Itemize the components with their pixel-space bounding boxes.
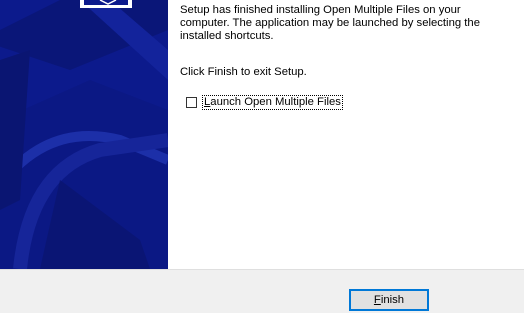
wizard-footer: Finish [0,269,524,313]
wizard-content: Setup has finished installing Open Multi… [180,0,510,269]
finished-message: Setup has finished installing Open Multi… [180,4,480,42]
installer-banner-graphic [0,0,168,269]
launch-checkbox-label[interactable]: Launch Open Multiple Files [202,94,343,110]
finish-button-label: Finish [373,294,405,306]
setup-wizard-window: Setup has finished installing Open Multi… [0,0,524,313]
exit-instruction: Click Finish to exit Setup. [180,66,307,78]
launch-checkbox[interactable] [186,96,197,108]
wizard-sidebar-image [0,0,168,269]
launch-checkbox-row[interactable]: Launch Open Multiple Files [186,94,343,110]
finish-button[interactable]: Finish [349,289,429,311]
